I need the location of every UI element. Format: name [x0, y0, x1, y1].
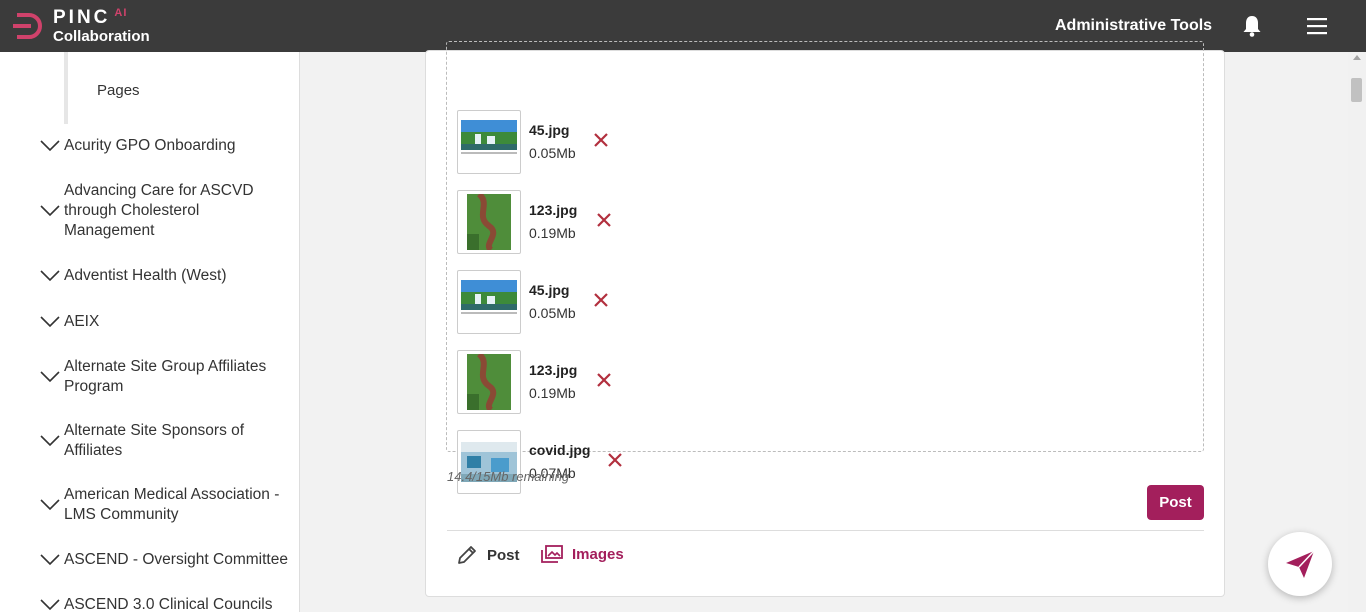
- chevron-down-icon[interactable]: [40, 205, 60, 217]
- post-composer-card: 45.jpg 0.05Mb 123.jpg 0.19Mb 45.jpg 0.05…: [425, 41, 1225, 597]
- chevron-down-icon[interactable]: [40, 599, 60, 611]
- walkway-thumbnail-image: [467, 194, 511, 250]
- images-icon: [541, 545, 563, 563]
- pinc-logo-icon[interactable]: [11, 10, 45, 42]
- scroll-thumb[interactable]: [1351, 78, 1362, 102]
- sidebar-item[interactable]: Alternate Site Sponsors of Affiliates: [40, 421, 295, 461]
- sidebar-item-label: Acurity GPO Onboarding: [64, 137, 236, 154]
- brand-subtitle: Collaboration: [53, 28, 150, 45]
- sidebar-item[interactable]: ASCEND 3.0 Clinical Councils: [40, 595, 295, 612]
- chevron-down-icon[interactable]: [40, 270, 60, 282]
- post-button[interactable]: Post: [1147, 485, 1204, 520]
- chevron-down-icon[interactable]: [40, 316, 60, 328]
- sidebar-item-label: Alternate Site Group Affiliates Program: [64, 358, 267, 395]
- sidebar-item[interactable]: ASCEND - Oversight Committee: [40, 550, 295, 570]
- scroll-up-arrow-icon[interactable]: [1353, 55, 1361, 60]
- tab-images-label: Images: [572, 545, 624, 563]
- attachment-filesize: 0.05Mb: [529, 145, 576, 161]
- attachment-filename: covid.jpg: [529, 442, 591, 458]
- sidebar-item-pages[interactable]: Pages: [97, 82, 140, 99]
- attachment-filename: 123.jpg: [529, 202, 578, 218]
- sidebar-item-label: ASCEND 3.0 Clinical Councils: [64, 596, 273, 612]
- remove-attachment-icon[interactable]: [596, 212, 612, 228]
- divider: [447, 530, 1204, 531]
- image-thumbnail: [457, 110, 521, 174]
- tab-post-label: Post: [487, 546, 520, 564]
- sidebar-item[interactable]: Alternate Site Group Affiliates Program: [40, 357, 295, 397]
- sidebar-item[interactable]: Adventist Health (West): [40, 266, 295, 286]
- tree-guide-line: [64, 52, 68, 124]
- waterfall-thumbnail-image: [461, 120, 517, 154]
- storage-remaining-text: 14.4/15Mb remaining: [447, 469, 570, 484]
- chevron-down-icon[interactable]: [40, 140, 60, 152]
- attachment-item: 45.jpg 0.05Mb: [457, 270, 757, 334]
- attachment-filename: 45.jpg: [529, 122, 570, 138]
- sidebar-item-label: Alternate Site Sponsors of Affiliates: [64, 422, 245, 459]
- administrative-tools-link[interactable]: Administrative Tools: [1055, 17, 1212, 35]
- sidebar-item-label: ASCEND - Oversight Committee: [64, 551, 288, 568]
- attachment-filename: 45.jpg: [529, 282, 570, 298]
- chevron-down-icon[interactable]: [40, 371, 60, 383]
- bell-icon[interactable]: [1240, 14, 1264, 38]
- sidebar-item-label: Advancing Care for ASCVD through Cholest…: [64, 182, 254, 239]
- image-thumbnail: [457, 270, 521, 334]
- sidebar-item[interactable]: Acurity GPO Onboarding: [40, 136, 295, 156]
- tab-post[interactable]: Post: [456, 544, 520, 566]
- pencil-icon: [458, 546, 476, 564]
- sidebar-item-label: American Medical Association - LMS Commu…: [64, 486, 280, 523]
- tab-images[interactable]: Images: [541, 544, 624, 564]
- remove-attachment-icon[interactable]: [596, 372, 612, 388]
- image-thumbnail: [457, 350, 521, 414]
- remove-attachment-icon[interactable]: [593, 132, 609, 148]
- attachment-item: 123.jpg 0.19Mb: [457, 350, 757, 414]
- main-content: 45.jpg 0.05Mb 123.jpg 0.19Mb 45.jpg 0.05…: [300, 41, 1348, 612]
- page-scrollbar[interactable]: [1348, 52, 1366, 612]
- attachment-item: 123.jpg 0.19Mb: [457, 190, 757, 254]
- attachment-item: 45.jpg 0.05Mb: [457, 110, 757, 174]
- sidebar-item-label: AEIX: [64, 313, 100, 330]
- hamburger-menu-icon[interactable]: [1305, 15, 1329, 37]
- attachment-filename: 123.jpg: [529, 362, 578, 378]
- remove-attachment-icon[interactable]: [607, 452, 623, 468]
- chevron-down-icon[interactable]: [40, 435, 60, 447]
- chevron-down-icon[interactable]: [40, 499, 60, 511]
- attachment-filesize: 0.19Mb: [529, 385, 576, 401]
- walkway-thumbnail-image: [467, 354, 511, 410]
- remove-attachment-icon[interactable]: [593, 292, 609, 308]
- sidebar-item-label: Adventist Health (West): [64, 267, 227, 284]
- paper-plane-icon: [1286, 550, 1315, 578]
- image-thumbnail: [457, 190, 521, 254]
- attachment-filesize: 0.05Mb: [529, 305, 576, 321]
- send-message-button[interactable]: [1268, 532, 1332, 596]
- attachment-filesize: 0.19Mb: [529, 225, 576, 241]
- chevron-down-icon[interactable]: [40, 554, 60, 566]
- attachment-item: covid.jpg 0.07Mb: [457, 430, 757, 494]
- image-dropzone[interactable]: 45.jpg 0.05Mb 123.jpg 0.19Mb 45.jpg 0.05…: [446, 41, 1204, 494]
- image-thumbnail: [457, 430, 521, 494]
- sidebar: Pages Acurity GPO Onboarding Advancing C…: [0, 52, 300, 612]
- sidebar-item[interactable]: AEIX: [40, 312, 295, 332]
- brand-ai: AI: [114, 7, 128, 19]
- waterfall-thumbnail-image: [461, 280, 517, 314]
- sidebar-item[interactable]: Advancing Care for ASCVD through Cholest…: [40, 181, 295, 241]
- sidebar-item[interactable]: American Medical Association - LMS Commu…: [40, 485, 295, 525]
- brand[interactable]: PINC AI Collaboration: [53, 7, 150, 45]
- brand-name: PINC: [53, 7, 111, 28]
